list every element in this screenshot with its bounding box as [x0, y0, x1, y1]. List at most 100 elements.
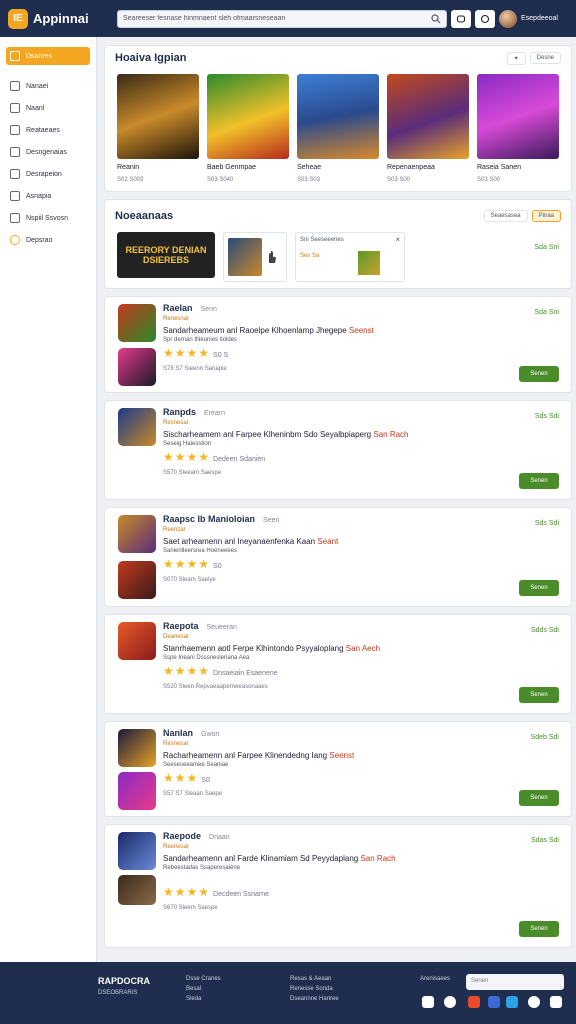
rating-count: Dnsaeiain Esaenene: [213, 670, 278, 677]
game-tile[interactable]: Baeb Genmpae S03 S040: [207, 74, 289, 183]
app-icon: [118, 832, 156, 870]
footer-link[interactable]: Dsse Cranes: [186, 976, 221, 982]
list-item[interactable]: Raepode Dnaan Sdas Sdi Reenesar Sandarhea…: [104, 824, 572, 948]
app-detail: Sspe Ineani Dsssnesleriana Aea: [163, 655, 250, 661]
game-art: [117, 74, 199, 159]
sidebar-item-label: Dsanres: [26, 52, 53, 60]
app-description: Stanrhaemenn aotl Ferpe Klhintondo Psyya…: [163, 644, 381, 653]
sidebar-item-label: Depsrao: [26, 236, 53, 244]
sidebar-item-1[interactable]: Nanaei: [6, 75, 90, 97]
app-tag: San Aech: [345, 644, 381, 653]
footer-link[interactable]: Renesse Sonda: [290, 986, 339, 992]
app-detail: Sanienlleersrea Hoeneeees: [163, 548, 238, 554]
search-icon[interactable]: [431, 13, 441, 24]
game-art: [477, 74, 559, 159]
get-button[interactable]: Senen: [519, 790, 559, 806]
sidebar-item-7[interactable]: Nspiil Ssvosn: [6, 207, 90, 229]
coin-icon: [10, 235, 20, 245]
app-footer: S570 Sleeam Saespe: [163, 470, 222, 476]
sidebar-item-label: Asnapia: [26, 192, 52, 200]
app-icon: [118, 348, 156, 386]
footer-link[interactable]: Dseannne Hanree: [290, 996, 339, 1002]
main-content: Hoaiva Igpian ✦ Desne Reanin S02 S003 Ba…: [104, 37, 572, 948]
get-button[interactable]: Senen: [519, 473, 559, 489]
game-meta: S03 S00: [477, 177, 501, 183]
rating-count: Dedeen Sdanien: [213, 456, 266, 463]
game-meta: S02 S003: [117, 177, 144, 183]
game-tile[interactable]: Seheae S03 S03: [297, 74, 379, 183]
app-title: Raepota Seueeran: [163, 621, 237, 631]
sidebar-item-6[interactable]: Asnapia: [6, 185, 90, 207]
app-price: Sds Sdi: [534, 413, 559, 420]
app-icon: [118, 729, 156, 767]
bell-icon: [456, 14, 466, 23]
game-name: Raseia Sanen: [477, 164, 521, 171]
list-item[interactable]: Ranpds Erearn Sds Sdi Resnesar Sischarhea…: [104, 400, 572, 500]
app-description: Racharheamenn anl Farpee Klinendedng Ian…: [163, 751, 355, 760]
app-price: Sds Sdi: [534, 520, 559, 527]
tag-icon: [10, 81, 20, 91]
game-tile[interactable]: Repenaenpeaa S03 S00: [387, 74, 469, 183]
notifications-button[interactable]: [451, 9, 471, 28]
sidebar-item-0[interactable]: Dsanres: [6, 47, 90, 65]
search-input[interactable]: Seareeser fesnase hinmnaent sleh ofmaars…: [117, 9, 447, 28]
rating-count: S0 S: [213, 352, 229, 359]
game-meta: S03 S040: [207, 177, 234, 183]
chat-icon[interactable]: [528, 996, 540, 1008]
sidebar-item-label: Nanaei: [26, 82, 49, 90]
featured-banner[interactable]: REERORY DENIAN DSIEREBS: [117, 232, 215, 278]
featured-price: Sda Sni: [534, 244, 559, 251]
app-subtitle: Dnaan: [209, 834, 230, 841]
sidebar-item-4[interactable]: Desngenaias: [6, 141, 90, 163]
app-description: Sischarheamem anl Farpee Klheninbm Sdo S…: [163, 430, 409, 439]
app-title: Raapsc Ib Manioloian Seen: [163, 514, 280, 524]
list-item[interactable]: Raelan Senn Sda Sni Renesnar Sandarheameu…: [104, 296, 572, 393]
featured-promo-card[interactable]: Sni Seeseeenes Ses Sa ×: [295, 232, 405, 282]
sidebar-item-3[interactable]: Reataeaes: [6, 119, 90, 141]
footer-link[interactable]: Resas & Aeaan: [290, 976, 339, 982]
footer-search-input[interactable]: Senen: [466, 974, 564, 990]
chart-icon: [10, 125, 20, 135]
thumb-image: [228, 238, 262, 276]
sidebar-item-2[interactable]: Naanl: [6, 97, 90, 119]
messages-button[interactable]: [475, 9, 495, 28]
filter-button[interactable]: Seaesasea: [483, 210, 528, 222]
list-item[interactable]: Raapsc Ib Manioloian Seen Sds Sdi Reenzar…: [104, 507, 572, 607]
footer-link[interactable]: Besal: [186, 986, 221, 992]
featured-thumb-card[interactable]: [223, 232, 287, 282]
store-icon[interactable]: [550, 996, 562, 1008]
sidebar-item-5[interactable]: Desrapeion: [6, 163, 90, 185]
app-tag: Seenst: [329, 751, 355, 760]
list-item[interactable]: Raepota Seueeran Sdds Sdi Deanesar Stanrh…: [104, 614, 572, 714]
get-button[interactable]: Senen: [519, 921, 559, 937]
list-icon: [10, 103, 20, 113]
app-icon: [118, 561, 156, 599]
rating-count: S0: [201, 777, 210, 784]
twitter-icon[interactable]: [506, 996, 518, 1008]
promo-sub: Ses Sa: [300, 253, 320, 259]
game-tile[interactable]: Reanin S02 S003: [117, 74, 199, 183]
app-footer: S520 Sleen Repvaeaaperneeasonaaes: [163, 684, 268, 690]
pin-button[interactable]: Pinaa: [531, 210, 561, 222]
app-tag: San Rach: [373, 430, 409, 439]
game-meta: S03 S03: [297, 177, 321, 183]
sidebar-item-label: Desngenaias: [26, 148, 67, 156]
facebook-icon[interactable]: [488, 996, 500, 1008]
sidebar-item-8[interactable]: Depsrao: [6, 229, 90, 251]
promo-text: Sni Seeseeenes: [300, 237, 344, 243]
youtube-icon[interactable]: [468, 996, 480, 1008]
list-item[interactable]: Nanlan Gwon Sdeb Sdi Resnesar Racharheame…: [104, 721, 572, 817]
app-logo[interactable]: IE: [8, 8, 28, 29]
share-icon[interactable]: ✦: [506, 51, 526, 65]
see-all-button[interactable]: Desne: [529, 52, 561, 64]
get-button[interactable]: Senen: [519, 580, 559, 596]
footer-link[interactable]: Sleda: [186, 996, 221, 1002]
close-icon[interactable]: ×: [395, 235, 400, 244]
reddit-icon[interactable]: [444, 996, 456, 1008]
get-button[interactable]: Senen: [519, 687, 559, 703]
game-tile[interactable]: Raseia Sanen S03 S00: [477, 74, 559, 183]
discord-icon[interactable]: [422, 996, 434, 1008]
avatar[interactable]: [499, 9, 517, 28]
username[interactable]: Esepdeeoal: [521, 15, 558, 22]
get-button[interactable]: Senen: [519, 366, 559, 382]
